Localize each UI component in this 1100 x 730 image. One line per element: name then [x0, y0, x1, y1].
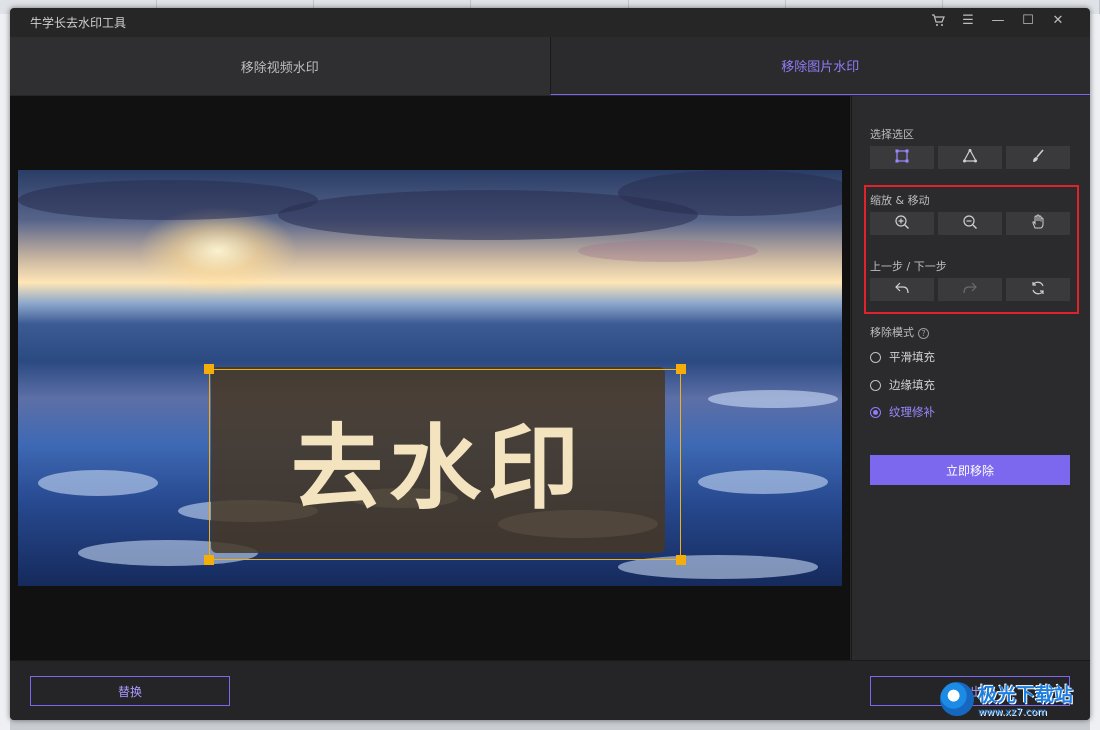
rectangle-select-icon	[894, 148, 910, 168]
selection-handle-top-left[interactable]	[204, 364, 214, 374]
mode-option-label: 边缘填充	[889, 378, 935, 392]
selection-handle-top-right[interactable]	[676, 364, 686, 374]
cloud	[578, 240, 758, 262]
polygon-select-button[interactable]	[938, 146, 1002, 169]
background-left-edge	[0, 14, 10, 730]
pan-button[interactable]	[1006, 212, 1070, 235]
mode-option-label: 平滑填充	[889, 350, 935, 364]
preview-image[interactable]: 去水印	[18, 170, 842, 586]
mode-option-smooth[interactable]: 平滑填充	[870, 349, 935, 365]
zoom-out-icon	[962, 214, 978, 234]
tab-remove-image-watermark[interactable]: 移除图片水印	[549, 37, 1090, 95]
window-controls: ☰ — ☐ ✕	[930, 13, 1090, 31]
tools-panel: 选择选区 缩放 & 移动 上一步 / 下一步 移除模式 ? 平滑填充 边缘填充 …	[851, 96, 1090, 660]
undo-button[interactable]	[870, 278, 934, 301]
zoom-tools	[870, 212, 1070, 235]
foam	[698, 470, 828, 494]
selection-rectangle[interactable]	[209, 369, 681, 560]
mode-option-texture[interactable]: 纹理修补	[870, 404, 935, 420]
mode-option-label: 纹理修补	[889, 405, 935, 419]
zoom-in-icon	[894, 214, 910, 234]
close-icon[interactable]: ✕	[1050, 13, 1066, 31]
site-name: 极光下载站	[978, 684, 1074, 706]
site-url: www.xz7.com	[978, 707, 1047, 718]
brush-select-button[interactable]	[1006, 146, 1070, 169]
menu-icon[interactable]: ☰	[960, 13, 976, 31]
undo-icon	[894, 280, 910, 300]
maximize-icon[interactable]: ☐	[1020, 13, 1036, 31]
select-area-label: 选择选区	[870, 128, 914, 141]
app-window: 牛学长去水印工具 ☰ — ☐ ✕ 移除视频水印 移除图片水印 去水印 选择选区 …	[10, 8, 1090, 720]
tab-remove-video-watermark[interactable]: 移除视频水印	[10, 37, 550, 95]
radio-button-selected[interactable]	[870, 406, 881, 418]
select-tools	[870, 146, 1070, 169]
replace-button[interactable]: 替换	[30, 676, 230, 706]
minimize-icon[interactable]: —	[990, 13, 1006, 31]
reset-button[interactable]	[1006, 278, 1070, 301]
radio-button[interactable]	[870, 351, 881, 363]
help-icon[interactable]: ?	[918, 327, 929, 339]
cart-icon[interactable]	[930, 13, 946, 31]
polygon-select-icon	[962, 148, 978, 168]
preview-canvas: 去水印	[10, 96, 850, 660]
remove-now-button[interactable]: 立即移除	[870, 455, 1070, 485]
title-bar: 牛学长去水印工具 ☰ — ☐ ✕	[10, 8, 1090, 36]
site-logo-icon	[940, 682, 974, 716]
foam	[708, 390, 838, 408]
cloud	[618, 170, 842, 216]
selection-handle-bottom-right[interactable]	[676, 555, 686, 565]
mode-tabs: 移除视频水印 移除图片水印	[10, 37, 1090, 95]
redo-button[interactable]	[938, 278, 1002, 301]
cloud	[18, 180, 318, 220]
foam	[38, 470, 158, 496]
site-logo-text: 极光下载站 www.xz7.com	[978, 680, 1073, 718]
mode-option-edge[interactable]: 边缘填充	[870, 377, 935, 393]
zoom-move-label: 缩放 & 移动	[870, 194, 930, 207]
window-title: 牛学长去水印工具	[30, 15, 127, 30]
site-watermark-logo: 极光下载站 www.xz7.com	[940, 676, 1090, 722]
zoom-out-button[interactable]	[938, 212, 1002, 235]
brush-icon	[1030, 148, 1046, 168]
redo-icon	[962, 280, 978, 300]
radio-button[interactable]	[870, 379, 881, 391]
selection-handle-bottom-left[interactable]	[204, 555, 214, 565]
reset-icon	[1030, 280, 1046, 300]
removal-mode-heading: 移除模式?	[870, 324, 929, 340]
zoom-in-button[interactable]	[870, 212, 934, 235]
footer-bar: 替换 导出	[10, 660, 1090, 720]
history-tools	[870, 278, 1070, 301]
removal-mode-label: 移除模式	[870, 326, 914, 339]
background-right-edge	[1090, 14, 1100, 730]
hand-pan-icon	[1030, 213, 1046, 234]
undo-redo-label: 上一步 / 下一步	[870, 260, 947, 273]
rectangle-select-button[interactable]	[870, 146, 934, 169]
